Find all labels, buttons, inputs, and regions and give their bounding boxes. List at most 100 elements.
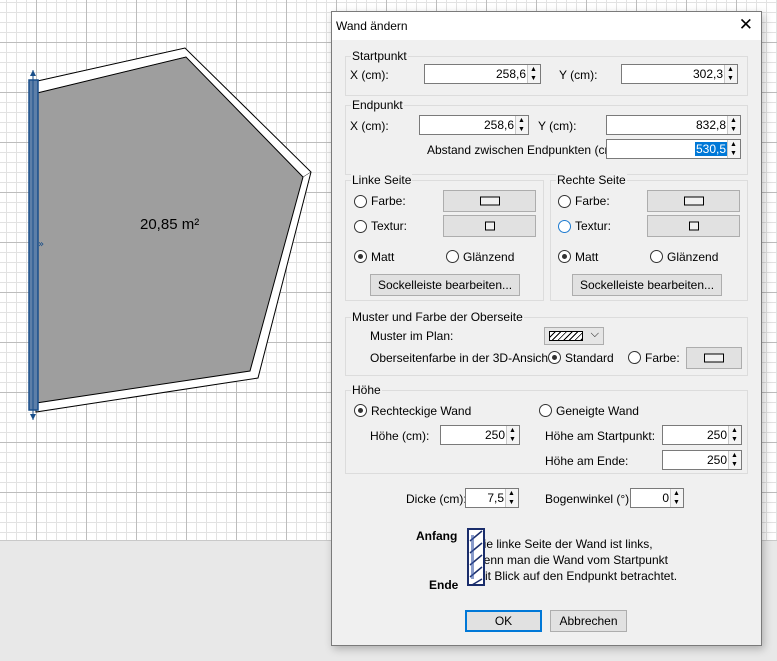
height-value: 250 bbox=[484, 428, 505, 442]
start-x-input[interactable]: 258,6 ▲ ▼ bbox=[424, 64, 541, 84]
start-y-input[interactable]: 302,3 ▲ ▼ bbox=[621, 64, 738, 84]
orientation-text-line2: wenn man die Wand vom Startpunkt bbox=[475, 553, 668, 567]
top-standard-radio[interactable] bbox=[548, 351, 561, 364]
left-color-label: Farbe: bbox=[371, 194, 406, 208]
rect-wall-radio[interactable] bbox=[354, 404, 367, 417]
distance-label: Abstand zwischen Endpunkten (cm): bbox=[427, 143, 622, 157]
left-gloss-label: Glänzend bbox=[463, 250, 515, 264]
right-side-legend: Rechte Seite bbox=[556, 173, 627, 187]
start-y-spinner[interactable]: ▲ ▼ bbox=[724, 65, 737, 83]
sloped-wall-label: Geneigte Wand bbox=[556, 404, 639, 418]
left-texture-label: Textur: bbox=[371, 219, 408, 233]
end-y-input[interactable]: 832,8 ▲ ▼ bbox=[606, 115, 741, 135]
left-texture-button[interactable] bbox=[443, 215, 536, 237]
arc-value: 0 bbox=[662, 491, 669, 505]
top-pattern-legend: Muster und Farbe der Oberseite bbox=[351, 310, 524, 324]
thickness-input[interactable]: 7,5 ▲ ▼ bbox=[465, 488, 519, 508]
hatch-pattern-icon bbox=[549, 331, 583, 341]
end-point-legend: Endpunkt bbox=[351, 98, 404, 112]
right-texture-button[interactable] bbox=[647, 215, 740, 237]
start-x-label: X (cm): bbox=[350, 68, 389, 82]
start-y-label: Y (cm): bbox=[559, 68, 598, 82]
end-y-label: Y (cm): bbox=[538, 119, 577, 133]
end-x-value: 258,6 bbox=[483, 118, 514, 132]
end-y-value: 832,8 bbox=[695, 118, 726, 132]
right-texture-label: Textur: bbox=[575, 219, 612, 233]
thickness-label: Dicke (cm): bbox=[406, 492, 467, 506]
height-end-value: 250 bbox=[706, 453, 727, 467]
top-color-swatch bbox=[704, 353, 724, 363]
height-end-spinner[interactable]: ▲ ▼ bbox=[728, 451, 741, 469]
start-x-spinner[interactable]: ▲ ▼ bbox=[527, 65, 540, 83]
wall-end-indicator bbox=[30, 414, 36, 420]
arc-spinner[interactable]: ▲ ▼ bbox=[670, 489, 683, 507]
end-y-spinner[interactable]: ▲ ▼ bbox=[727, 116, 740, 134]
top-color-button[interactable] bbox=[686, 347, 742, 369]
left-matt-radio[interactable] bbox=[354, 250, 367, 263]
left-baseboard-button[interactable]: Sockelleiste bearbeiten... bbox=[370, 274, 520, 296]
start-x-value: 258,6 bbox=[495, 67, 526, 81]
wall-orientation-icon bbox=[467, 528, 485, 586]
top-color-radio[interactable] bbox=[628, 351, 641, 364]
close-icon[interactable]: ✕ bbox=[739, 16, 753, 34]
start-y-value: 302,3 bbox=[692, 67, 723, 81]
right-matt-radio[interactable] bbox=[558, 250, 571, 263]
right-baseboard-button[interactable]: Sockelleiste bearbeiten... bbox=[572, 274, 722, 296]
right-gloss-label: Glänzend bbox=[667, 250, 719, 264]
height-input[interactable]: 250 ▲ ▼ bbox=[440, 425, 520, 445]
height-spinner[interactable]: ▲ ▼ bbox=[506, 426, 519, 444]
height-legend: Höhe bbox=[351, 383, 382, 397]
left-color-button[interactable] bbox=[443, 190, 536, 212]
dialog-titlebar[interactable]: Wand ändern ✕ bbox=[332, 12, 761, 40]
distance-value: 530,5 bbox=[694, 142, 727, 156]
left-matt-label: Matt bbox=[371, 250, 395, 264]
height-start-spinner[interactable]: ▲ ▼ bbox=[728, 426, 741, 444]
left-side-legend: Linke Seite bbox=[351, 173, 413, 187]
left-texture-radio[interactable] bbox=[354, 220, 367, 233]
height-label: Höhe (cm): bbox=[370, 429, 430, 443]
top-color-label: Oberseitenfarbe in der 3D-Ansicht: bbox=[370, 351, 555, 365]
cancel-button[interactable]: Abbrechen bbox=[550, 610, 627, 632]
wall-start-indicator bbox=[30, 70, 36, 76]
height-start-input[interactable]: 250 ▲ ▼ bbox=[662, 425, 742, 445]
right-texture-swatch bbox=[688, 221, 699, 231]
height-start-value: 250 bbox=[706, 428, 727, 442]
dialog-title: Wand ändern bbox=[336, 19, 408, 33]
end-x-spinner[interactable]: ▲ ▼ bbox=[515, 116, 528, 134]
distance-input[interactable]: 530,5 ▲ ▼ bbox=[606, 139, 741, 159]
right-color-label: Farbe: bbox=[575, 194, 610, 208]
right-color-swatch bbox=[683, 196, 704, 206]
orientation-start-label: Anfang bbox=[416, 529, 458, 543]
sloped-wall-radio[interactable] bbox=[539, 404, 552, 417]
start-point-legend: Startpunkt bbox=[351, 49, 408, 63]
arc-input[interactable]: 0 ▲ ▼ bbox=[630, 488, 684, 508]
rect-wall-label: Rechteckige Wand bbox=[371, 404, 472, 418]
pattern-label: Muster im Plan: bbox=[370, 329, 454, 343]
top-standard-label: Standard bbox=[565, 351, 614, 365]
right-color-radio[interactable] bbox=[558, 195, 571, 208]
modify-wall-dialog: Wand ändern ✕ Startpunkt X (cm): 258,6 ▲… bbox=[331, 11, 762, 646]
height-end-input[interactable]: 250 ▲ ▼ bbox=[662, 450, 742, 470]
left-color-radio[interactable] bbox=[354, 195, 367, 208]
height-end-label: Höhe am Ende: bbox=[545, 454, 629, 468]
end-x-input[interactable]: 258,6 ▲ ▼ bbox=[419, 115, 529, 135]
top-color-radio-label: Farbe: bbox=[645, 351, 680, 365]
orientation-text-line1: Die linke Seite der Wand ist links, bbox=[475, 537, 653, 551]
right-texture-radio[interactable] bbox=[558, 220, 571, 233]
distance-spinner[interactable]: ▲ ▼ bbox=[727, 140, 740, 158]
orientation-text-line3: mit Blick auf den Endpunkt betrachtet. bbox=[475, 569, 678, 583]
chevron-down-icon: ⌵ bbox=[590, 328, 599, 340]
height-start-label: Höhe am Startpunkt: bbox=[545, 429, 656, 443]
left-color-swatch bbox=[479, 196, 500, 206]
orientation-end-label: Ende bbox=[429, 578, 459, 592]
left-gloss-radio[interactable] bbox=[446, 250, 459, 263]
thickness-spinner[interactable]: ▲ ▼ bbox=[505, 489, 518, 507]
right-color-button[interactable] bbox=[647, 190, 740, 212]
ok-button[interactable]: OK bbox=[465, 610, 542, 632]
room-area-label: 20,85 m² bbox=[140, 216, 200, 233]
end-x-label: X (cm): bbox=[350, 119, 389, 133]
thickness-value: 7,5 bbox=[487, 491, 504, 505]
arc-label: Bogenwinkel (°): bbox=[545, 492, 633, 506]
pattern-dropdown[interactable]: ⌵ bbox=[544, 327, 604, 345]
right-gloss-radio[interactable] bbox=[650, 250, 663, 263]
